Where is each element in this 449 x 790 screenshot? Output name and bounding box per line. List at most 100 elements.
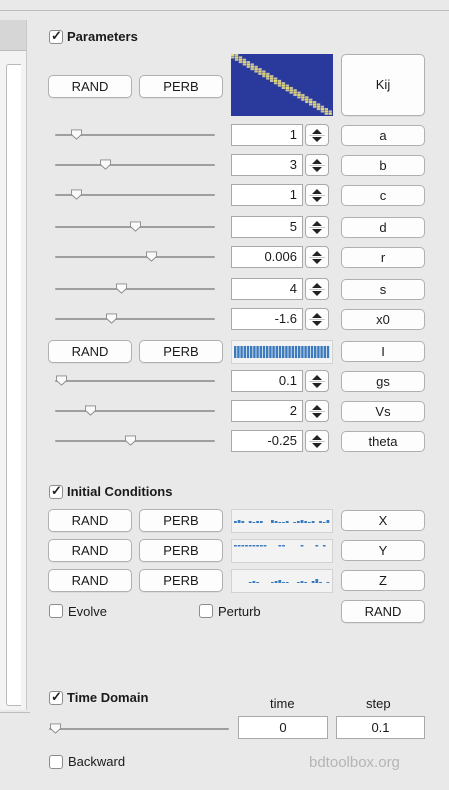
ic-var-label-X[interactable]: X xyxy=(341,510,425,531)
stepper-arrows[interactable] xyxy=(305,308,329,330)
evolve-checkbox[interactable] xyxy=(49,604,63,618)
param-slider-thumb-x0[interactable] xyxy=(105,313,118,324)
chevron-down-icon[interactable] xyxy=(312,167,322,172)
chevron-up-icon[interactable] xyxy=(312,375,322,380)
param-stepper-r[interactable]: 0.006 xyxy=(231,246,329,268)
time-slider-thumb[interactable] xyxy=(49,723,62,734)
param-slider-thumb-s[interactable] xyxy=(115,283,128,294)
chevron-up-icon[interactable] xyxy=(312,221,322,226)
stepper-arrows[interactable] xyxy=(305,216,329,238)
param-value-b[interactable]: 3 xyxy=(231,154,303,176)
param-value-a[interactable]: 1 xyxy=(231,124,303,146)
chevron-down-icon[interactable] xyxy=(312,291,322,296)
chevron-up-icon[interactable] xyxy=(312,159,322,164)
chevron-up-icon[interactable] xyxy=(312,405,322,410)
ic-var-label-Z[interactable]: Z xyxy=(341,570,425,591)
param-slider-s[interactable] xyxy=(55,283,215,295)
param-label-r[interactable]: r xyxy=(341,247,425,268)
param-stepper-a[interactable]: 1 xyxy=(231,124,329,146)
param-slider-r[interactable] xyxy=(55,251,215,263)
kij-button[interactable]: Kij xyxy=(341,54,425,116)
param-value-r[interactable]: 0.006 xyxy=(231,246,303,268)
param-slider-b[interactable] xyxy=(55,159,215,171)
parameters-rand-button[interactable]: RAND xyxy=(48,75,132,98)
chevron-down-icon[interactable] xyxy=(312,259,322,264)
stepper-arrows[interactable] xyxy=(305,124,329,146)
chevron-up-icon[interactable] xyxy=(312,189,322,194)
chevron-down-icon[interactable] xyxy=(312,321,322,326)
ic-perb-button-X[interactable]: PERB xyxy=(139,509,223,532)
stepper-arrows[interactable] xyxy=(305,154,329,176)
initial-conditions-checkbox[interactable] xyxy=(49,483,63,499)
chevron-down-icon[interactable] xyxy=(312,383,322,388)
ic-rand-button-Y[interactable]: RAND xyxy=(48,539,132,562)
parameters-checkbox[interactable] xyxy=(49,28,63,44)
chevron-up-icon[interactable] xyxy=(312,129,322,134)
ic-var-label-Y[interactable]: Y xyxy=(341,540,425,561)
stepper-arrows[interactable] xyxy=(305,184,329,206)
stepper-arrows[interactable] xyxy=(305,430,329,452)
param-slider-thumb-gs[interactable] xyxy=(55,375,68,386)
param-stepper-x0[interactable]: -1.6 xyxy=(231,308,329,330)
chevron-up-icon[interactable] xyxy=(312,313,322,318)
stepper-arrows[interactable] xyxy=(305,278,329,300)
param-slider-thumb-Vs[interactable] xyxy=(84,405,97,416)
param-stepper-c[interactable]: 1 xyxy=(231,184,329,206)
param-slider-x0[interactable] xyxy=(55,313,215,325)
chevron-down-icon[interactable] xyxy=(312,197,322,202)
parameters-perb-button[interactable]: PERB xyxy=(139,75,223,98)
left-panel-list[interactable] xyxy=(6,64,21,706)
stepper-arrows[interactable] xyxy=(305,400,329,422)
param-slider-thumb-c[interactable] xyxy=(70,189,83,200)
param-stepper-Vs[interactable]: 2 xyxy=(231,400,329,422)
param-slider-thumb-r[interactable] xyxy=(145,251,158,262)
param-slider-gs[interactable] xyxy=(55,375,215,387)
param-slider-thumb-a[interactable] xyxy=(70,129,83,140)
time-domain-checkbox[interactable] xyxy=(49,689,63,705)
param-slider-thumb-d[interactable] xyxy=(129,221,142,232)
param-label-theta[interactable]: theta xyxy=(341,431,425,452)
param-label-Vs[interactable]: Vs xyxy=(341,401,425,422)
ic-perb-button-Z[interactable]: PERB xyxy=(139,569,223,592)
chevron-up-icon[interactable] xyxy=(312,251,322,256)
ic-perb-button-Y[interactable]: PERB xyxy=(139,539,223,562)
param-label-b[interactable]: b xyxy=(341,155,425,176)
param-slider-c[interactable] xyxy=(55,189,215,201)
param-label-a[interactable]: a xyxy=(341,125,425,146)
i-rand-button[interactable]: RAND xyxy=(48,340,132,363)
chevron-down-icon[interactable] xyxy=(312,443,322,448)
param-slider-a[interactable] xyxy=(55,129,215,141)
param-value-d[interactable]: 5 xyxy=(231,216,303,238)
i-perb-button[interactable]: PERB xyxy=(139,340,223,363)
stepper-arrows[interactable] xyxy=(305,370,329,392)
step-field[interactable]: 0.1 xyxy=(336,716,425,739)
param-label-d[interactable]: d xyxy=(341,217,425,238)
ic-rand-button-Z[interactable]: RAND xyxy=(48,569,132,592)
chevron-down-icon[interactable] xyxy=(312,229,322,234)
param-slider-theta[interactable] xyxy=(55,435,215,447)
chevron-up-icon[interactable] xyxy=(312,283,322,288)
param-slider-thumb-theta[interactable] xyxy=(124,435,137,446)
stepper-arrows[interactable] xyxy=(305,246,329,268)
param-label-c[interactable]: c xyxy=(341,185,425,206)
param-stepper-b[interactable]: 3 xyxy=(231,154,329,176)
param-value-theta[interactable]: -0.25 xyxy=(231,430,303,452)
perturb-checkbox[interactable] xyxy=(199,604,213,618)
param-slider-thumb-b[interactable] xyxy=(99,159,112,170)
backward-checkbox[interactable] xyxy=(49,755,63,769)
chevron-down-icon[interactable] xyxy=(312,413,322,418)
time-slider[interactable] xyxy=(49,723,229,735)
param-slider-d[interactable] xyxy=(55,221,215,233)
param-label-gs[interactable]: gs xyxy=(341,371,425,392)
param-stepper-gs[interactable]: 0.1 xyxy=(231,370,329,392)
param-label-s[interactable]: s xyxy=(341,279,425,300)
chevron-down-icon[interactable] xyxy=(312,137,322,142)
param-value-x0[interactable]: -1.6 xyxy=(231,308,303,330)
param-stepper-s[interactable]: 4 xyxy=(231,278,329,300)
param-label-x0[interactable]: x0 xyxy=(341,309,425,330)
param-value-gs[interactable]: 0.1 xyxy=(231,370,303,392)
ic-rand-button-X[interactable]: RAND xyxy=(48,509,132,532)
param-stepper-theta[interactable]: -0.25 xyxy=(231,430,329,452)
param-stepper-d[interactable]: 5 xyxy=(231,216,329,238)
param-value-c[interactable]: 1 xyxy=(231,184,303,206)
